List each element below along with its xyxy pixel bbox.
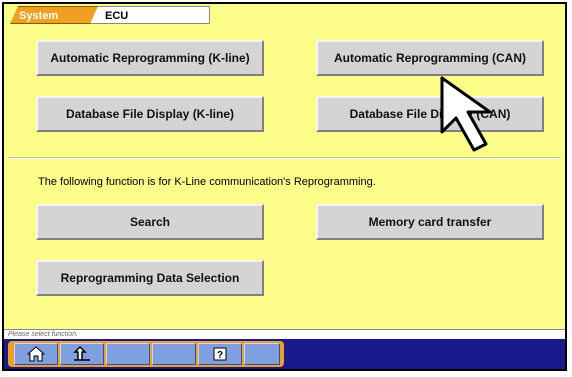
help-button[interactable]: ?	[198, 343, 242, 365]
help-icon: ?	[213, 347, 227, 361]
home-icon	[27, 346, 45, 362]
search-button[interactable]: Search	[36, 204, 264, 240]
toolbar-blank-button-3[interactable]	[244, 343, 280, 365]
toolbar-blank-button-1[interactable]	[106, 343, 150, 365]
toolbar: ?	[8, 341, 284, 367]
auto-reprogramming-kline-button[interactable]: Automatic Reprogramming (K-line)	[36, 40, 264, 76]
back-icon	[73, 346, 90, 361]
tab-bar: System function ECU Reprogramming	[4, 4, 565, 26]
home-button[interactable]	[14, 343, 58, 365]
back-button[interactable]	[60, 343, 104, 365]
info-text: The following function is for K-Line com…	[38, 176, 376, 188]
status-bar: Please select function.	[4, 329, 565, 339]
memory-card-transfer-button[interactable]: Memory card transfer	[316, 204, 544, 240]
main-window: System function ECU Reprogramming Automa…	[2, 2, 567, 371]
section-divider	[8, 157, 561, 159]
auto-reprogramming-can-button[interactable]: Automatic Reprogramming (CAN)	[316, 40, 544, 76]
tab-system-function[interactable]: System function	[10, 6, 100, 24]
bottom-bar: ?	[4, 339, 565, 369]
toolbar-blank-button-2[interactable]	[152, 343, 196, 365]
content-area: Automatic Reprogramming (K-line) Automat…	[8, 26, 561, 331]
svg-text:?: ?	[217, 350, 223, 361]
database-file-display-can-button[interactable]: Database File Display (CAN)	[316, 96, 544, 132]
reprogramming-data-selection-button[interactable]: Reprogramming Data Selection	[36, 260, 264, 296]
tab-ecu-reprogramming[interactable]: ECU Reprogramming	[90, 6, 210, 24]
database-file-display-kline-button[interactable]: Database File Display (K-line)	[36, 96, 264, 132]
